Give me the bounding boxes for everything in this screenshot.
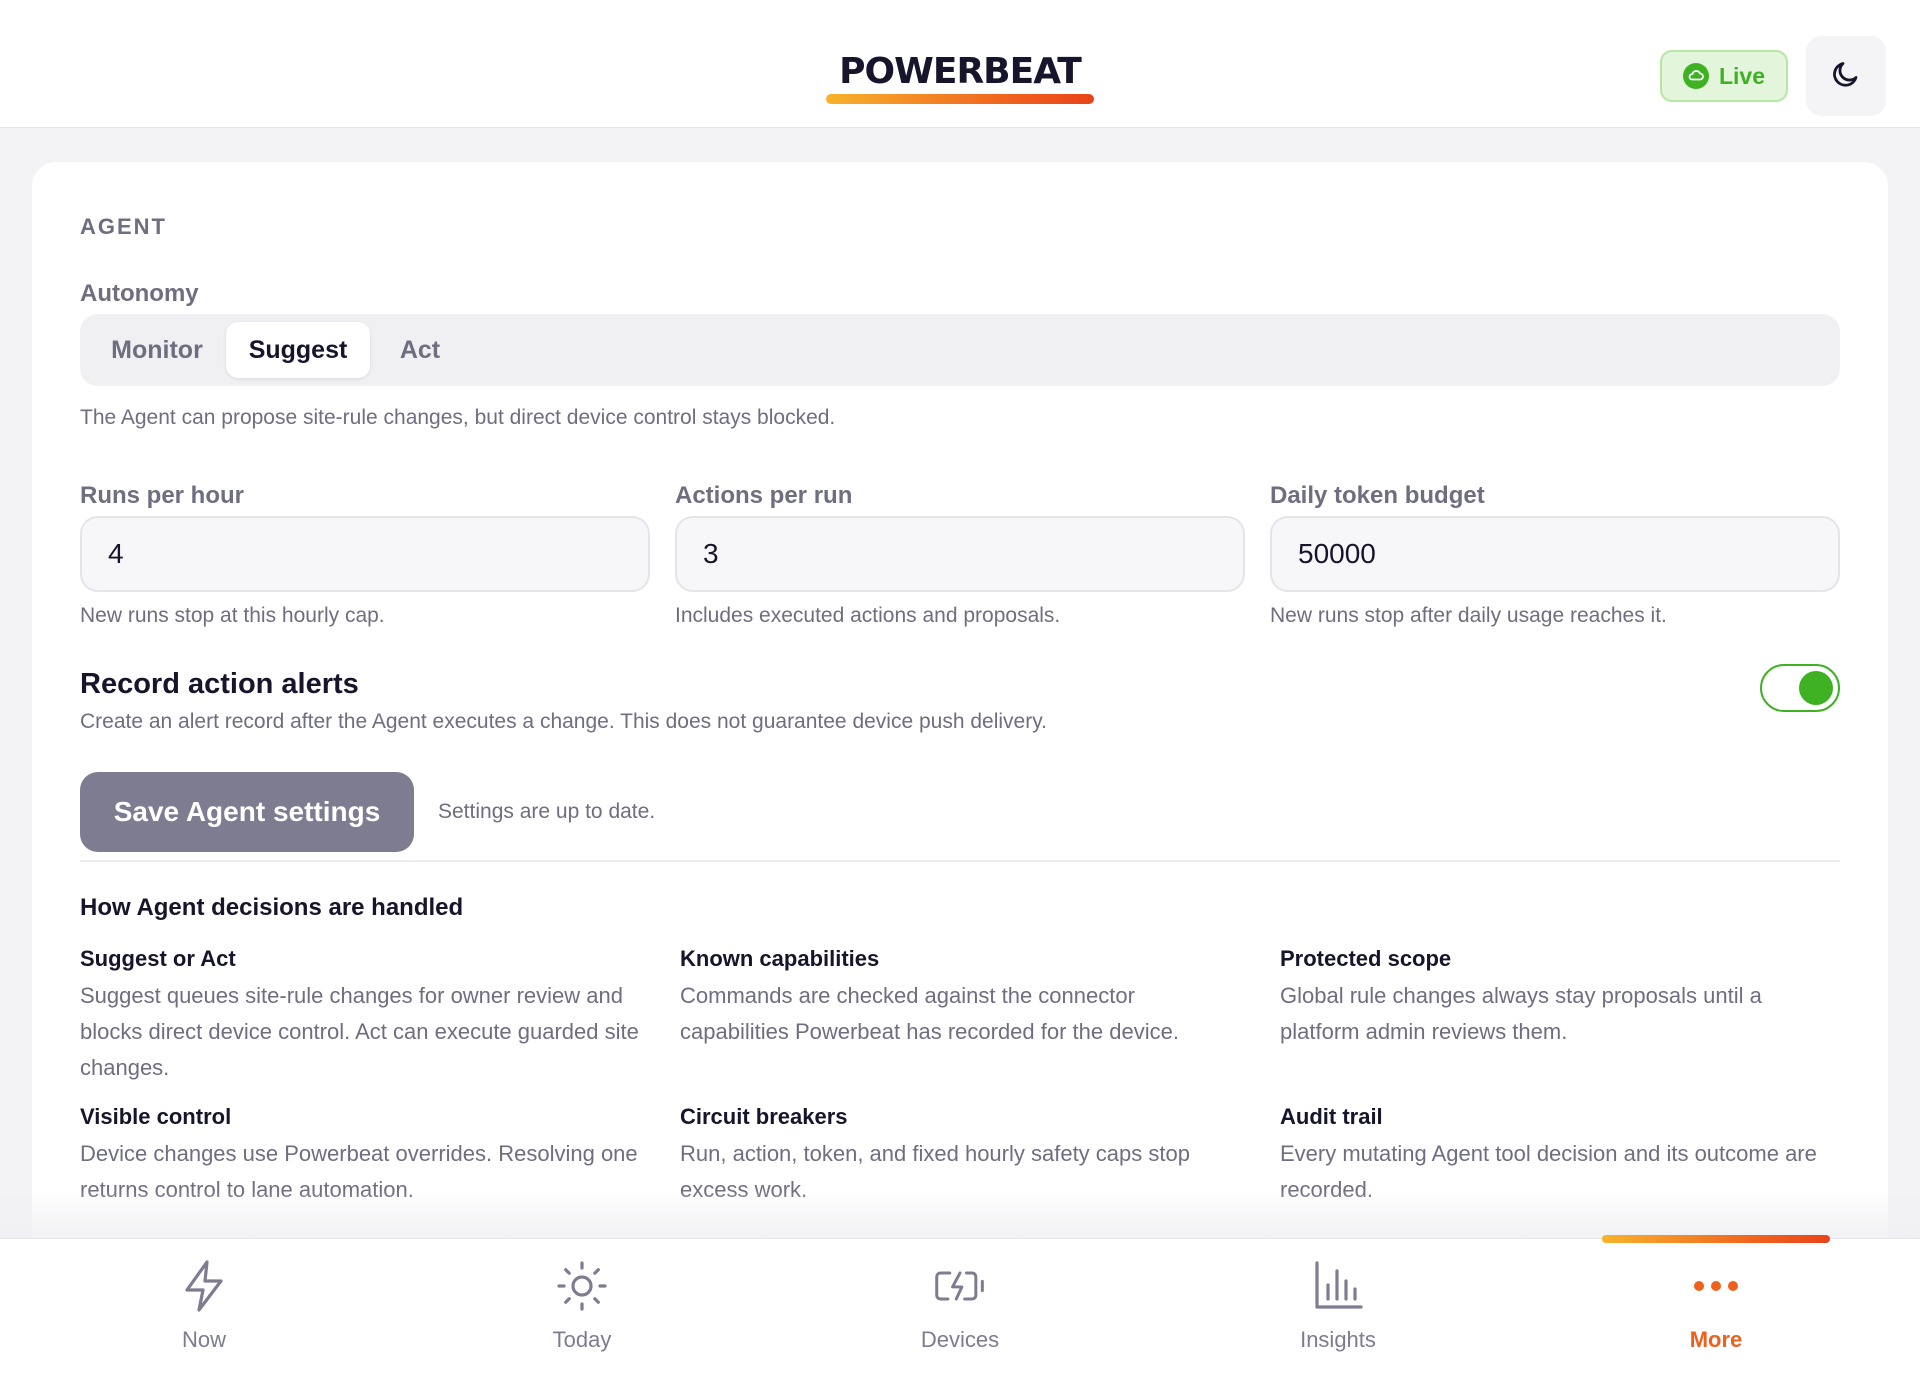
actions-per-run-input[interactable]: 3: [675, 516, 1245, 592]
actions-per-run-value: 3: [703, 538, 719, 569]
scroll-fade: [0, 1190, 1920, 1238]
daily-token-budget-value: 50000: [1298, 538, 1376, 569]
nav-item-insights[interactable]: Insights: [1238, 1259, 1438, 1369]
autonomy-option-act[interactable]: Act: [370, 322, 470, 378]
nav-label-more: More: [1689, 1327, 1743, 1352]
runs-per-hour-help: New runs stop at this hourly cap.: [80, 604, 385, 627]
daily-token-budget-label: Daily token budget: [1270, 482, 1485, 509]
nav-item-more[interactable]: More: [1616, 1259, 1816, 1369]
daily-token-budget-input[interactable]: 50000: [1270, 516, 1840, 592]
live-status-badge[interactable]: Live: [1660, 50, 1788, 102]
save-agent-settings-button[interactable]: Save Agent settings: [80, 772, 414, 852]
more-dots-icon: [1689, 1259, 1743, 1313]
cloud-check-icon: [1682, 63, 1709, 89]
actions-per-run-help: Includes executed actions and proposals.: [675, 604, 1061, 627]
logo-text: POWERBEAT: [839, 51, 1082, 92]
feature-title: Known capabilities: [680, 946, 880, 971]
autonomy-label: Autonomy: [80, 280, 199, 307]
nav-label-insights: Insights: [1300, 1327, 1376, 1352]
battery-charging-icon: [933, 1259, 987, 1313]
runs-per-hour-value: 4: [108, 538, 124, 569]
moon-icon: [1829, 57, 1863, 96]
save-status-text: Settings are up to date.: [438, 800, 656, 823]
feature-body: Suggest queues site-rule changes for own…: [80, 983, 639, 1080]
section-title: AGENT: [80, 214, 167, 239]
logo-underline: [826, 94, 1094, 104]
autonomy-option-monitor[interactable]: Monitor: [80, 322, 234, 378]
divider: [80, 860, 1840, 862]
actions-per-run-label: Actions per run: [675, 482, 853, 509]
feature-title: Audit trail: [1280, 1104, 1383, 1129]
feature-title: Circuit breakers: [680, 1104, 848, 1129]
toggle-knob: [1799, 671, 1833, 705]
nav-label-devices: Devices: [920, 1327, 1000, 1352]
record-alerts-description: Create an alert record after the Agent e…: [80, 710, 1047, 733]
powerbeat-logo: POWERBEAT: [826, 50, 1094, 106]
bar-chart-icon: [1311, 1259, 1365, 1313]
live-status-label: Live: [1718, 62, 1766, 89]
runs-per-hour-input[interactable]: 4: [80, 516, 650, 592]
nav-item-devices[interactable]: Devices: [860, 1259, 1060, 1369]
bottom-navigation: Now Today Devices Insights More: [0, 1235, 1920, 1384]
top-header: POWERBEAT Live: [0, 0, 1920, 128]
agent-settings-card: AGENT Autonomy Monitor Suggest Act The A…: [32, 162, 1888, 1262]
feature-body: Commands are checked against the connect…: [680, 983, 1179, 1044]
theme-toggle-button[interactable]: [1806, 36, 1886, 116]
decisions-title: How Agent decisions are handled: [80, 894, 464, 921]
record-alerts-title: Record action alerts: [80, 668, 359, 700]
autonomy-selector: Monitor Suggest Act: [80, 314, 1840, 386]
daily-token-budget-help: New runs stop after daily usage reaches …: [1270, 604, 1667, 627]
autonomy-option-suggest[interactable]: Suggest: [226, 322, 370, 378]
lightning-icon: [177, 1259, 231, 1313]
feature-title: Suggest or Act: [80, 946, 236, 971]
nav-label-today: Today: [552, 1327, 612, 1352]
nav-item-now[interactable]: Now: [104, 1259, 304, 1369]
feature-known-capabilities: Known capabilities Commands are checked …: [680, 944, 1240, 1050]
nav-label-now: Now: [181, 1327, 226, 1352]
feature-suggest-or-act: Suggest or Act Suggest queues site-rule …: [80, 944, 640, 1086]
record-alerts-toggle[interactable]: [1760, 664, 1840, 712]
autonomy-description: The Agent can propose site-rule changes,…: [80, 406, 836, 429]
feature-title: Visible control: [80, 1104, 232, 1129]
feature-title: Protected scope: [1280, 946, 1452, 971]
runs-per-hour-label: Runs per hour: [80, 482, 245, 509]
feature-protected-scope: Protected scope Global rule changes alwa…: [1280, 944, 1840, 1050]
sun-icon: [555, 1259, 609, 1313]
feature-body: Global rule changes always stay proposal…: [1280, 983, 1762, 1044]
nav-active-indicator: [1602, 1235, 1830, 1243]
nav-item-today[interactable]: Today: [482, 1259, 682, 1369]
